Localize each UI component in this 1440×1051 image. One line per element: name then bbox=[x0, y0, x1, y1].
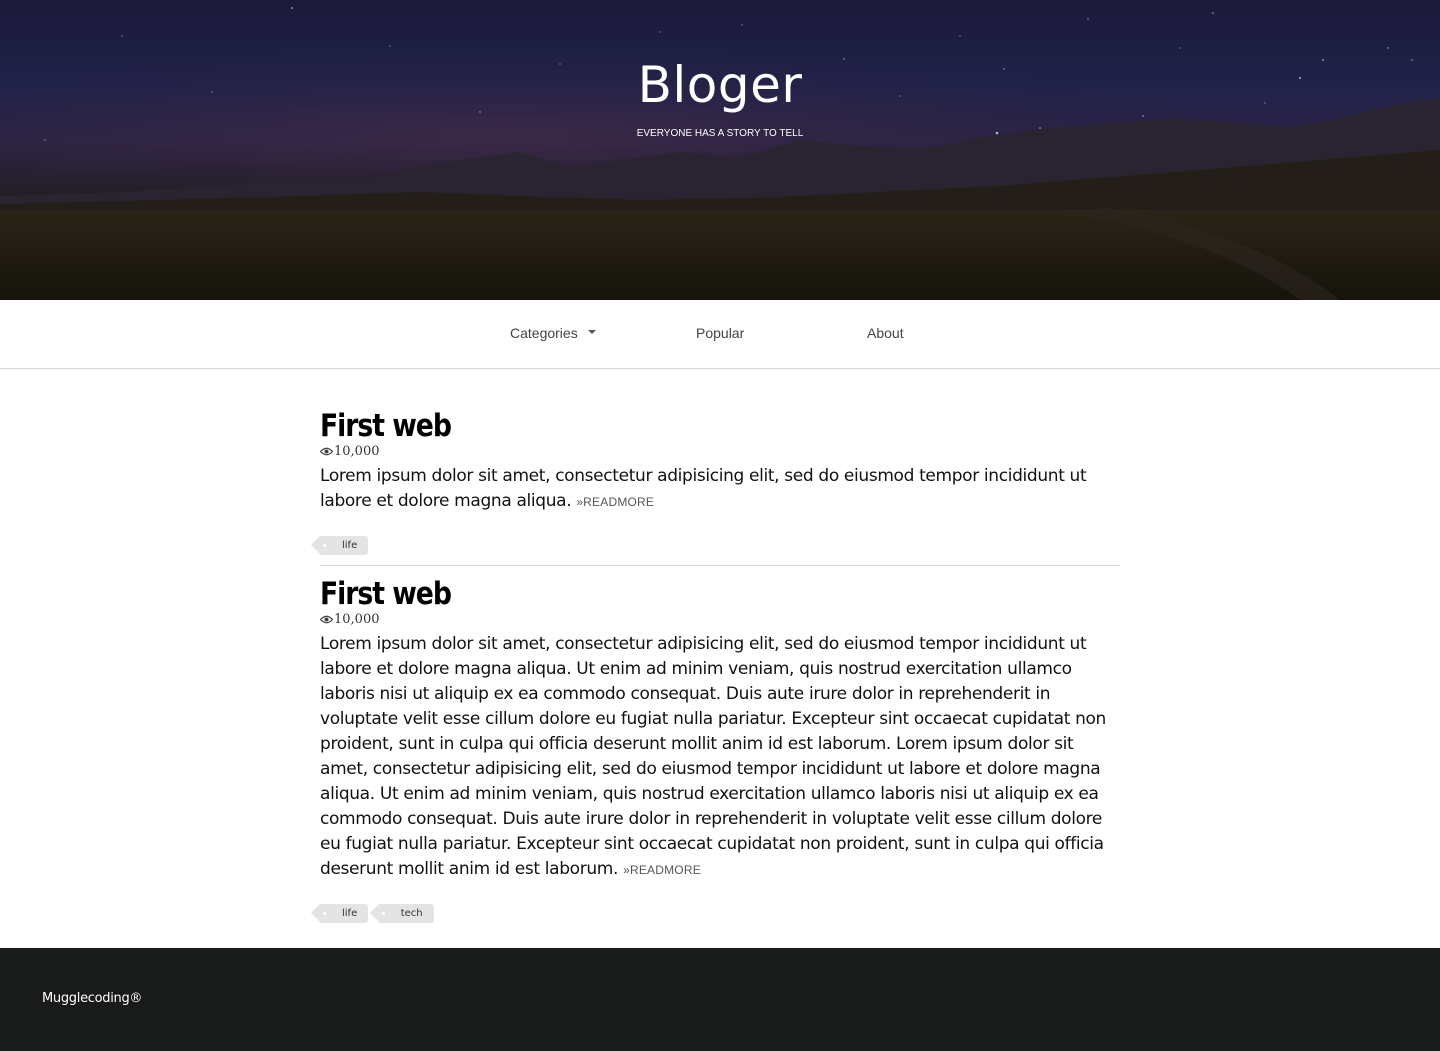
nav-item-categories[interactable]: Categories bbox=[510, 325, 596, 341]
footer-brand: Mugglecoding® bbox=[42, 991, 143, 1006]
tag-tech[interactable]: tech bbox=[369, 904, 434, 923]
nav-item-label: About bbox=[867, 325, 904, 341]
post-views: 10,000 bbox=[320, 612, 1120, 628]
post-excerpt-text: Lorem ipsum dolor sit amet, consectetur … bbox=[320, 466, 1087, 511]
post-title[interactable]: First web bbox=[320, 408, 452, 444]
caret-down-icon bbox=[587, 330, 596, 335]
readmore-link[interactable]: »READMORE bbox=[623, 863, 701, 877]
post-excerpt: Lorem ipsum dolor sit amet, consectetur … bbox=[320, 464, 1120, 515]
site-tagline: EVERYONE HAS A STORY TO TELL bbox=[636, 128, 804, 139]
post-card: First web 10,000 Lorem ipsum dolor sit a… bbox=[310, 576, 1120, 923]
site-title[interactable]: Bloger bbox=[0, 56, 1440, 114]
post-views-count: 10,000 bbox=[334, 612, 380, 627]
post-divider bbox=[320, 565, 1120, 566]
nav-item-label: Popular bbox=[696, 325, 745, 341]
main-nav: Categories Popular About bbox=[0, 300, 1440, 369]
hero-banner: Bloger EVERYONE HAS A STORY TO TELL bbox=[0, 0, 1440, 300]
tag-life[interactable]: life bbox=[310, 536, 369, 555]
nav-item-popular[interactable]: Popular bbox=[696, 325, 744, 341]
tag-life[interactable]: life bbox=[310, 904, 369, 923]
post-tags: life bbox=[310, 535, 1120, 555]
eye-icon bbox=[320, 615, 333, 624]
post-tags: life tech bbox=[310, 903, 1120, 923]
readmore-link[interactable]: »READMORE bbox=[576, 495, 654, 509]
nav-item-about[interactable]: About bbox=[867, 325, 904, 341]
site-footer: Mugglecoding® bbox=[0, 948, 1440, 1051]
post-excerpt-text: Lorem ipsum dolor sit amet, consectetur … bbox=[320, 634, 1106, 879]
eye-icon bbox=[320, 447, 333, 456]
post-views: 10,000 bbox=[320, 444, 1120, 460]
night-landscape-image bbox=[0, 7, 1440, 300]
post-card: First web 10,000 Lorem ipsum dolor sit a… bbox=[310, 408, 1120, 555]
post-title[interactable]: First web bbox=[320, 576, 452, 612]
nav-item-label: Categories bbox=[510, 325, 578, 341]
post-views-count: 10,000 bbox=[334, 444, 380, 459]
post-excerpt: Lorem ipsum dolor sit amet, consectetur … bbox=[320, 632, 1120, 883]
